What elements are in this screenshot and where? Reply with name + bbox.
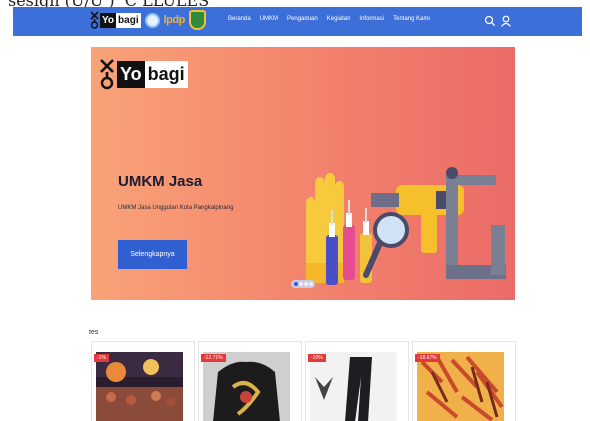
hero-title: UMKM Jasa bbox=[118, 173, 203, 190]
hero-logo-text: bagi bbox=[144, 60, 188, 88]
product-image bbox=[417, 352, 504, 421]
product-card[interactable]: -1% bbox=[91, 341, 195, 421]
nav-menu: Beranda UMKM Pengaduan Kegiatan Informas… bbox=[228, 16, 430, 22]
hero-carousel[interactable]: Yo bagi UMKM Jasa UMKM Jasa Unggulan Kot… bbox=[91, 47, 515, 300]
carousel-indicators bbox=[291, 280, 315, 288]
product-image bbox=[203, 352, 290, 421]
navbar: Yo bagi lpdp Beranda UMKM Pengaduan Kegi… bbox=[13, 7, 582, 36]
carousel-dot[interactable] bbox=[303, 282, 308, 286]
nav-item-pengaduan[interactable]: Pengaduan bbox=[287, 16, 318, 22]
product-image bbox=[96, 352, 183, 421]
partner-logo-icon bbox=[144, 12, 160, 28]
yobagi-logo-box: Yo bbox=[100, 12, 117, 28]
hero-yobagi-logo: Yo bagi bbox=[99, 58, 188, 90]
carousel-dot[interactable] bbox=[298, 282, 303, 286]
discount-badge: -10% bbox=[308, 354, 326, 362]
discount-badge: -12.71% bbox=[201, 354, 226, 362]
product-card[interactable]: -18.67% bbox=[412, 341, 516, 421]
navbar-logos: Yo bagi lpdp bbox=[90, 10, 206, 30]
yobagi-mark-icon bbox=[90, 11, 99, 29]
yobagi-logo[interactable]: Yo bagi bbox=[90, 10, 141, 30]
city-crest-icon bbox=[188, 10, 206, 30]
page: sesign (U/U ) ‘C’LLULES Yo bagi lpdp Ber… bbox=[0, 0, 590, 421]
user-icon[interactable] bbox=[499, 14, 513, 28]
nav-item-kegiatan[interactable]: Kegiatan bbox=[327, 16, 351, 22]
product-card[interactable]: -12.71% bbox=[198, 341, 302, 421]
hero-subtitle: UMKM Jasa Unggulan Kota Pangkalpinang bbox=[118, 205, 234, 211]
tools-illustration-icon bbox=[306, 167, 506, 285]
hero-logo-box: Yo bbox=[117, 60, 145, 88]
product-card[interactable]: -10% bbox=[305, 341, 409, 421]
nav-item-tentang-kami[interactable]: Tentang Kami bbox=[393, 16, 430, 22]
carousel-dot[interactable] bbox=[293, 282, 298, 286]
hero-yobagi-mark-icon bbox=[100, 59, 114, 90]
discount-badge: -1% bbox=[94, 354, 109, 362]
discount-badge: -18.67% bbox=[415, 354, 440, 362]
lpdp-logo: lpdp bbox=[163, 14, 186, 26]
nav-item-umkm[interactable]: UMKM bbox=[260, 16, 278, 22]
nav-item-informasi[interactable]: Informasi bbox=[359, 16, 384, 22]
nav-item-beranda[interactable]: Beranda bbox=[228, 16, 251, 22]
carousel-dot[interactable] bbox=[308, 282, 313, 286]
products-section-label: tes bbox=[89, 329, 99, 336]
yobagi-logo-text: bagi bbox=[116, 12, 141, 28]
search-icon[interactable] bbox=[483, 14, 497, 28]
selengkapnya-button[interactable]: Selengkapnya bbox=[118, 240, 187, 269]
product-image bbox=[310, 352, 397, 421]
